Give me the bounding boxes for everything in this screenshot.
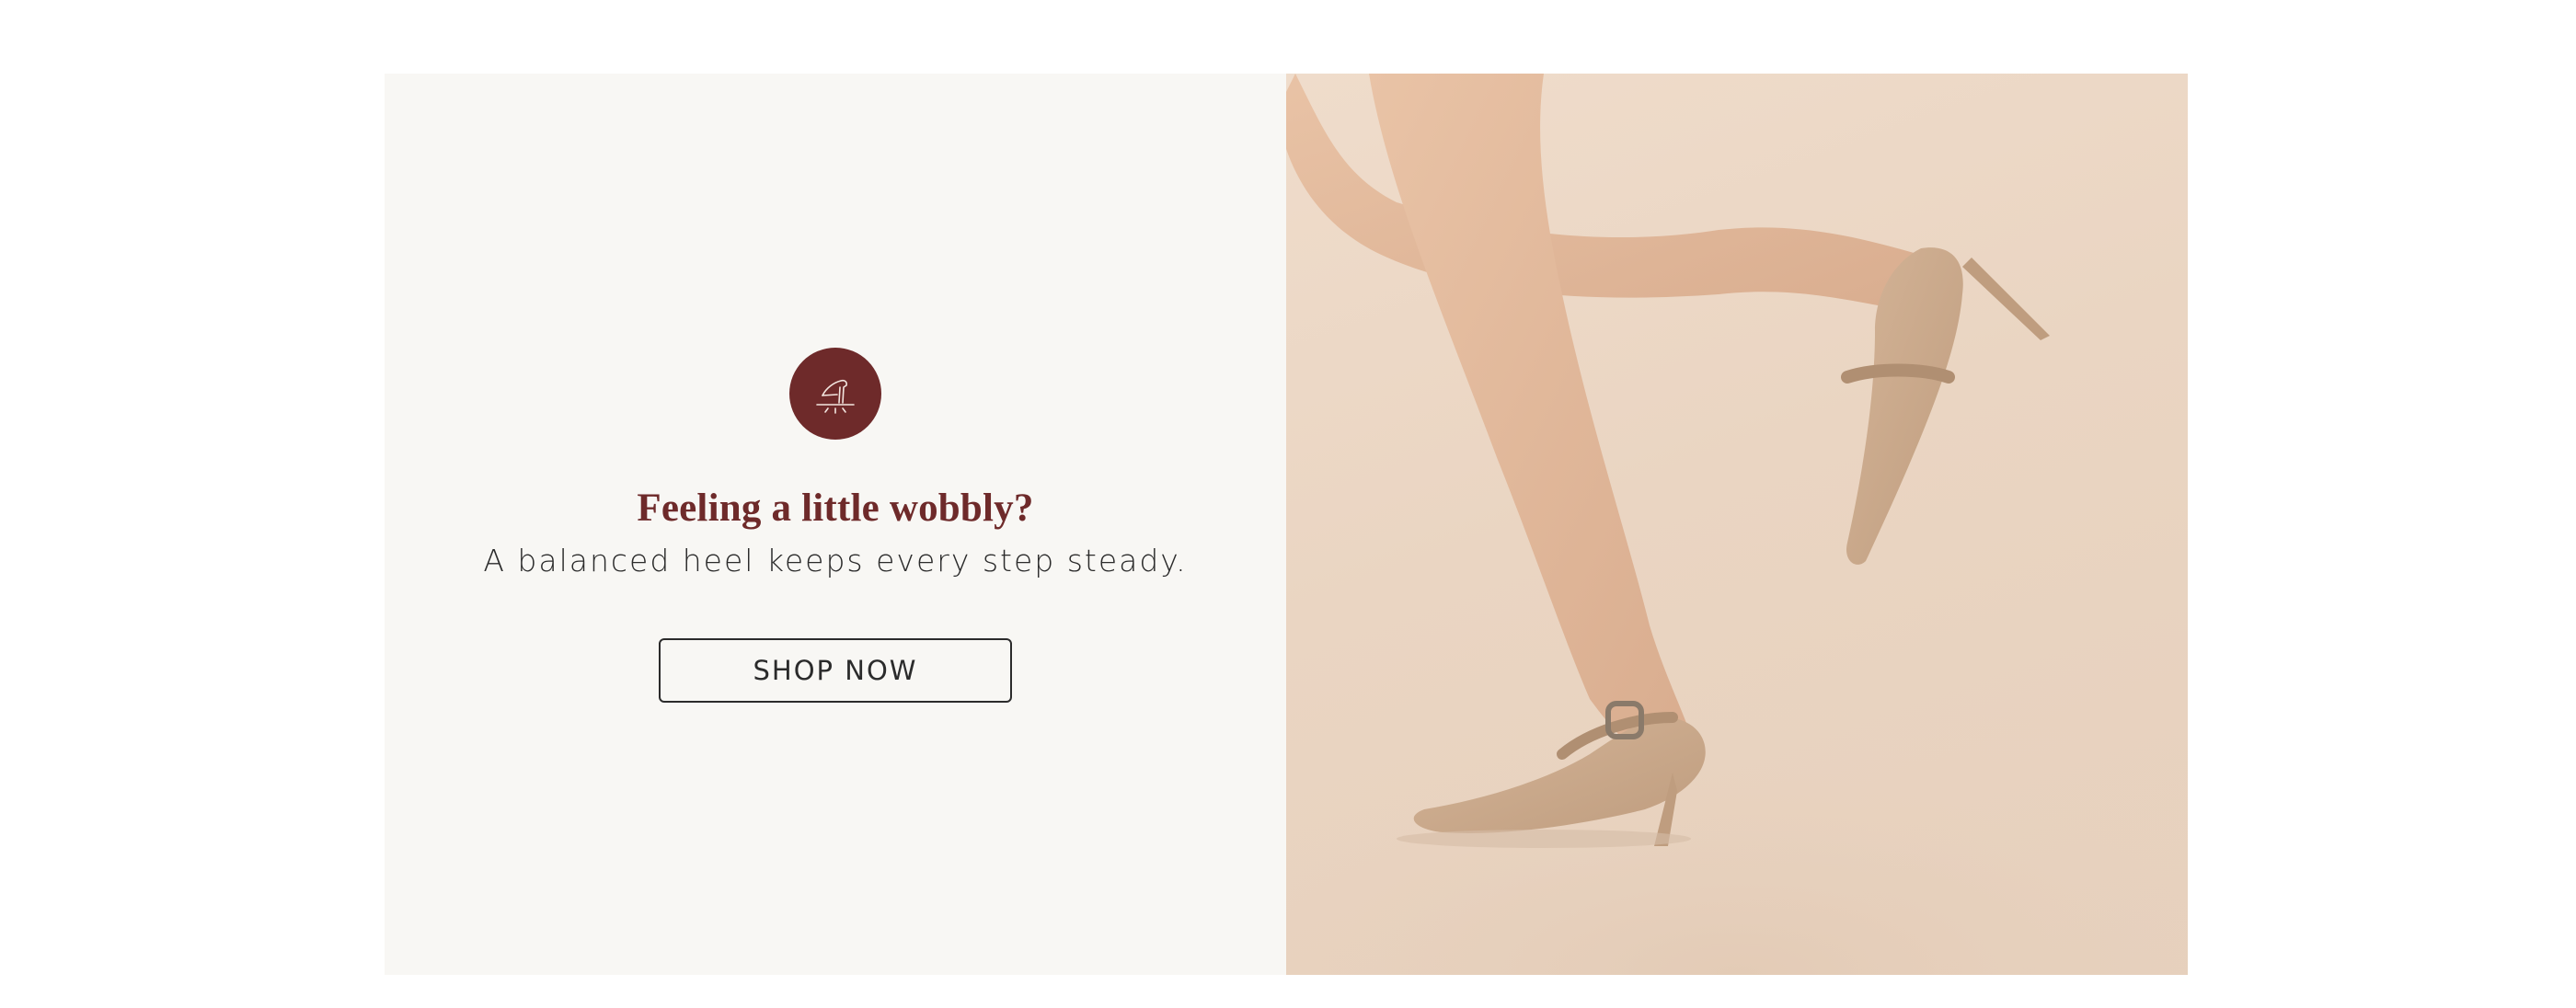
- heel-badge: [789, 348, 881, 440]
- balanced-heel-icon: [816, 379, 855, 414]
- shop-now-button[interactable]: SHOP NOW: [659, 638, 1012, 703]
- promo-headline: Feeling a little wobbly?: [637, 487, 1034, 530]
- promo-subline: A balanced heel keeps every step steady.: [483, 543, 1188, 578]
- promo-banner: Feeling a little wobbly? A balanced heel…: [385, 74, 2188, 975]
- product-photo: [1286, 74, 2188, 975]
- legs-heels-illustration: [1286, 74, 2188, 975]
- promo-text-panel: Feeling a little wobbly? A balanced heel…: [385, 74, 1286, 975]
